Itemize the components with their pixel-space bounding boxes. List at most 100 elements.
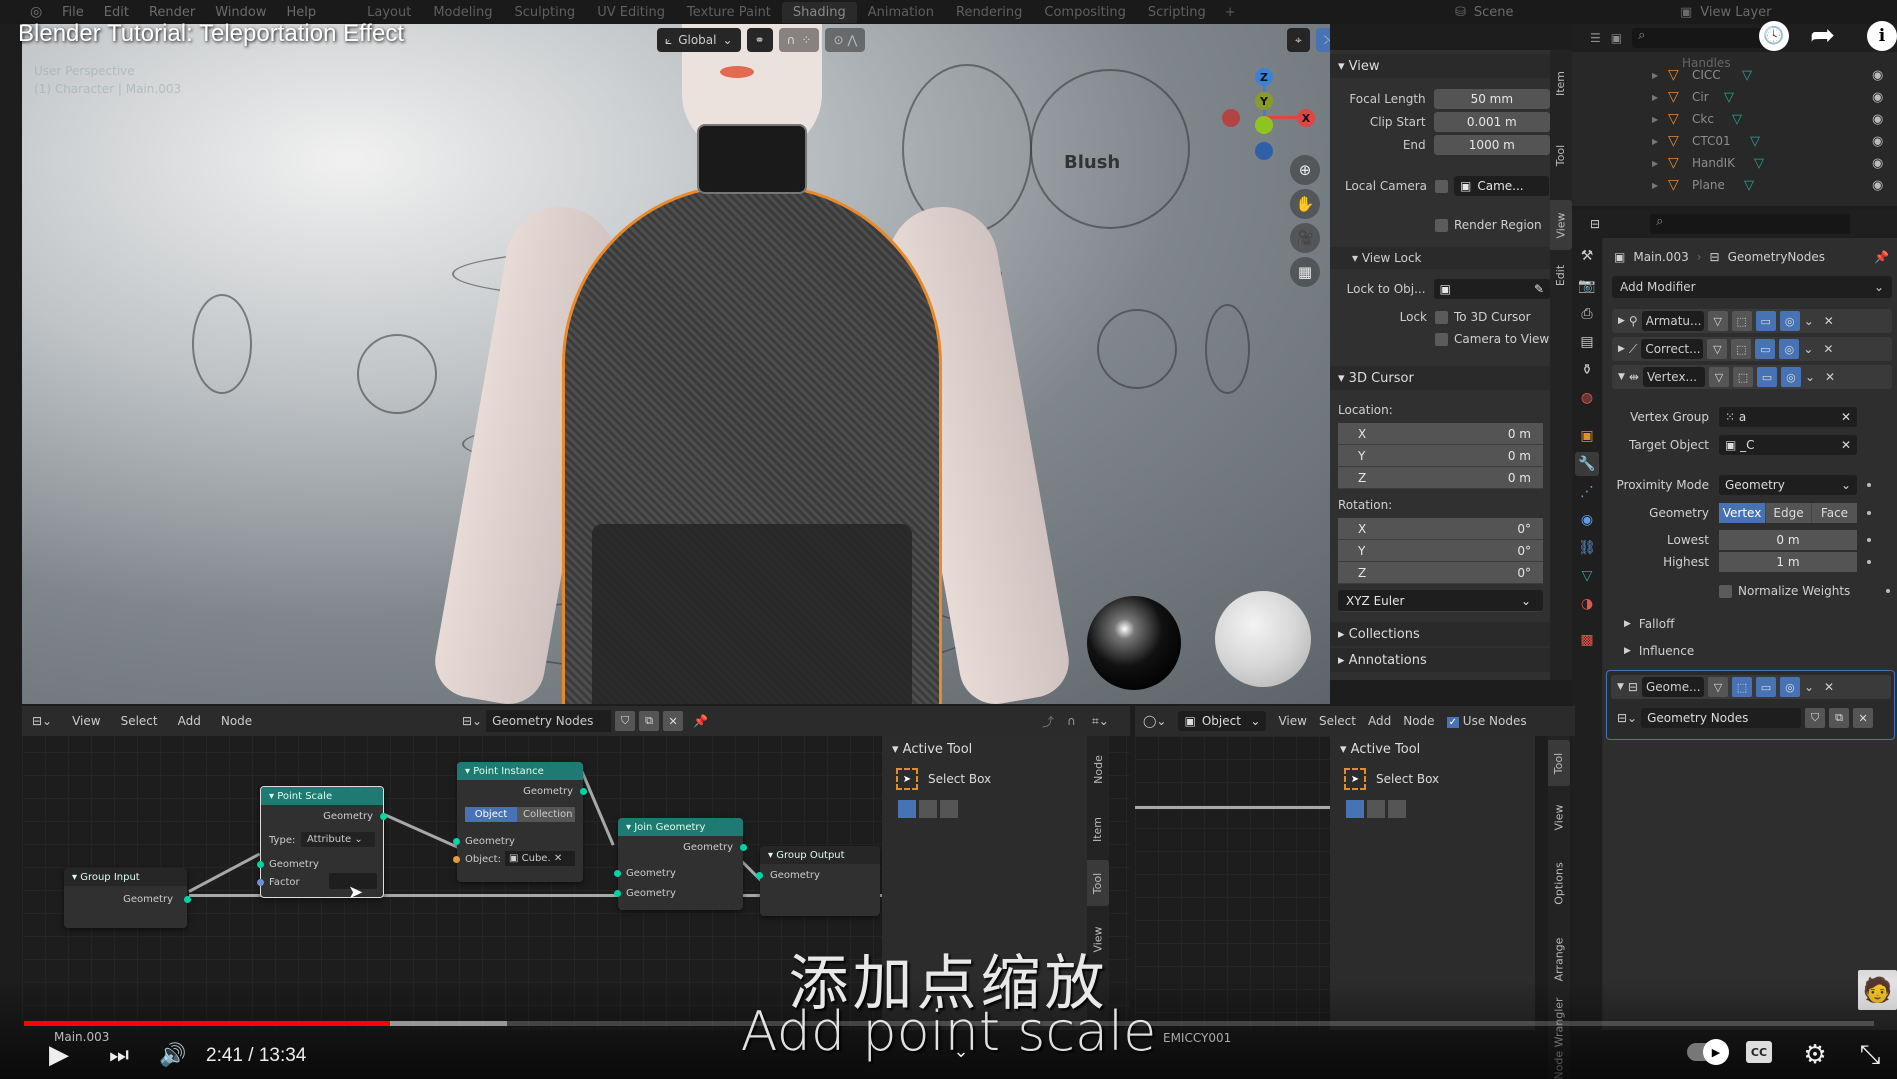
render-camera-icon[interactable]: ◎ <box>1779 311 1800 331</box>
pivot-point-dropdown[interactable]: ⚭ <box>746 28 773 52</box>
render-camera-icon[interactable]: ◎ <box>1779 339 1800 359</box>
3d-cursor-header[interactable]: ▾ 3D Cursor <box>1330 366 1550 390</box>
video-title[interactable]: Blender Tutorial: Teleportation Effect <box>18 20 404 48</box>
render-camera-icon[interactable]: ◎ <box>1779 677 1800 697</box>
navigation-gizmo[interactable]: Z X Y <box>1217 64 1327 164</box>
vertex-group-field[interactable]: ⁙ a ✕ <box>1719 407 1857 427</box>
close-icon[interactable]: ✕ <box>663 711 684 731</box>
outliner-item[interactable]: ▶ ▽ CICC ▽ ◉ <box>1572 64 1897 86</box>
keyframe-dot[interactable] <box>1886 589 1891 593</box>
workspace-tab-animation[interactable]: Animation <box>857 2 945 23</box>
cursor-rotation-y[interactable]: Y 0° <box>1338 540 1543 562</box>
pin-icon[interactable]: 📌 <box>693 714 708 728</box>
node-menu-node[interactable]: Node <box>211 714 262 728</box>
cursor-rotation-z[interactable]: Z 0° <box>1338 562 1543 584</box>
input-socket[interactable] <box>257 861 264 868</box>
constraints-icon[interactable]: ⛓ <box>1575 536 1599 560</box>
particles-icon[interactable]: ⋰ <box>1575 480 1599 504</box>
chevron-down-icon[interactable]: ⌄ <box>1804 314 1814 328</box>
chevron-down-icon[interactable]: ⌄ <box>1805 370 1815 384</box>
highest-field[interactable]: 1 m <box>1719 552 1857 572</box>
clock-icon[interactable]: 🕓 <box>1759 21 1789 51</box>
collections-header[interactable]: ▸ Collections <box>1330 622 1550 646</box>
lock-to-3d-cursor-checkbox[interactable] <box>1435 310 1448 324</box>
cursor-location-x[interactable]: X 0 m <box>1338 423 1543 445</box>
fake-user-shield-icon[interactable]: ⛉ <box>1805 708 1826 728</box>
modifier-name[interactable]: Geome... <box>1641 677 1704 697</box>
add-workspace-button[interactable]: + <box>1217 5 1244 20</box>
shader-mode-dropdown[interactable]: ▣ Object ⌄ <box>1178 711 1267 731</box>
edit-mode-icon[interactable]: ⬚ <box>1731 339 1752 359</box>
select-extend-icon[interactable] <box>1367 800 1385 818</box>
sidebar-tab-tool[interactable]: Tool <box>1548 740 1570 786</box>
chevron-down-icon[interactable]: ⌄ <box>1803 342 1813 356</box>
physics-icon[interactable]: ◉ <box>1575 508 1599 532</box>
type-dropdown[interactable]: Attribute ⌄ <box>301 832 375 847</box>
cursor-rotation-x[interactable]: X 0° <box>1338 518 1543 540</box>
object-icon[interactable]: ▣ <box>1575 424 1599 448</box>
outliner-item[interactable]: ▶ ▽ HandIK ▽ ◉ <box>1572 152 1897 174</box>
zoom-view-icon[interactable]: ⊕ <box>1290 155 1320 185</box>
exit-fullscreen-icon[interactable]: ⤡ <box>1855 1039 1885 1071</box>
shader-menu-view[interactable]: View <box>1278 714 1306 728</box>
next-icon[interactable]: ⏭ <box>104 1039 134 1071</box>
volume-icon[interactable]: 🔊 <box>158 1039 188 1071</box>
outliner-item[interactable]: ▶ ▽ Ckc ▽ ◉ <box>1572 108 1897 130</box>
select-extend-icon[interactable] <box>919 800 937 818</box>
play-icon[interactable]: ▶ <box>44 1039 74 1071</box>
normalize-weights-checkbox[interactable] <box>1719 584 1732 598</box>
local-camera-checkbox[interactable] <box>1435 179 1448 193</box>
snap-toggle[interactable]: ∩ ⁘ <box>778 28 820 52</box>
gizmo-toggle[interactable]: ⌖ <box>1287 28 1310 52</box>
workspace-tab-texture-paint[interactable]: Texture Paint <box>676 2 782 23</box>
scene-selector[interactable]: ⛁ Scene <box>1455 0 1514 24</box>
node-group-field[interactable]: Geometry Nodes <box>1641 708 1802 728</box>
modifier-geometry-nodes[interactable]: ▼ ⊟ Geome... ▽ ⬚ ▭ ◎ ⌄ ✕ <box>1611 675 1891 699</box>
editor-type-icon[interactable]: ⊟ <box>1590 217 1600 231</box>
menu-render[interactable]: Render <box>139 5 205 20</box>
chevron-down-icon[interactable]: ⌄ <box>946 1035 976 1067</box>
rotation-mode-dropdown[interactable]: XYZ Euler ⌄ <box>1338 590 1543 612</box>
share-arrow-icon[interactable]: ➦ <box>1810 18 1835 53</box>
collapse-icon[interactable]: ▼ <box>1618 372 1625 382</box>
sidebar-tab-item[interactable]: Item <box>1550 58 1572 108</box>
snap-mode-icon[interactable]: ⌗⌄ <box>1092 714 1109 729</box>
edit-cage-icon[interactable]: ▽ <box>1707 339 1728 359</box>
focal-length-field[interactable]: 50 mm <box>1433 89 1550 109</box>
tool-icon[interactable]: ⚒ <box>1575 244 1599 268</box>
proportional-edit-toggle[interactable]: ⊙ ⋀ <box>825 28 866 52</box>
shader-type-icon[interactable]: ◯⌄ <box>1143 714 1166 728</box>
clip-end-field[interactable]: 1000 m <box>1433 135 1550 155</box>
parent-tree-icon[interactable]: ⤴ <box>1042 713 1054 730</box>
workspace-tab-shading[interactable]: Shading <box>781 1 857 23</box>
gizmo-x-handle[interactable]: X <box>1297 109 1315 127</box>
collapse-icon[interactable]: ▼ <box>1617 682 1624 692</box>
input-socket[interactable] <box>614 890 621 897</box>
workspace-tab-rendering[interactable]: Rendering <box>945 2 1033 23</box>
proximity-mode-dropdown[interactable]: Geometry ⌄ <box>1719 475 1857 495</box>
influence-subpanel[interactable]: ▶ Influence <box>1604 640 1897 662</box>
select-new-icon[interactable] <box>1346 800 1364 818</box>
fake-user-shield-icon[interactable]: ⛉ <box>615 711 636 731</box>
shader-menu-node[interactable]: Node <box>1403 714 1434 728</box>
node-tree-name[interactable]: Geometry Nodes <box>486 710 612 732</box>
output-icon[interactable]: ⎙ <box>1575 302 1599 326</box>
annotations-header[interactable]: ▸ Annotations <box>1330 648 1550 672</box>
menu-edit[interactable]: Edit <box>94 5 139 20</box>
active-tool-row[interactable]: ➤ Select Box <box>1330 762 1535 796</box>
duplicate-icon[interactable]: ⧉ <box>639 711 660 731</box>
shader-menu-add[interactable]: Add <box>1368 714 1391 728</box>
select-subtract-icon[interactable] <box>940 800 958 818</box>
sidebar-tab-edit[interactable]: Edit <box>1550 255 1572 295</box>
node-menu-select[interactable]: Select <box>111 714 168 728</box>
display-mode-icon[interactable]: ☰ <box>1590 31 1601 45</box>
modifier-name[interactable]: Vertex... <box>1642 367 1705 387</box>
instance-type-collection[interactable]: Collection <box>517 807 575 822</box>
keyframe-dot[interactable] <box>1867 483 1871 487</box>
render-icon[interactable]: 📷 <box>1575 274 1599 298</box>
render-camera-icon[interactable]: ◎ <box>1780 367 1801 387</box>
view-layer-icon[interactable]: ▤ <box>1575 330 1599 354</box>
keyframe-dot[interactable] <box>1867 538 1871 542</box>
node-group-input[interactable]: ▾ Group Input Geometry <box>64 868 191 928</box>
world-icon[interactable]: ◍ <box>1575 386 1599 410</box>
